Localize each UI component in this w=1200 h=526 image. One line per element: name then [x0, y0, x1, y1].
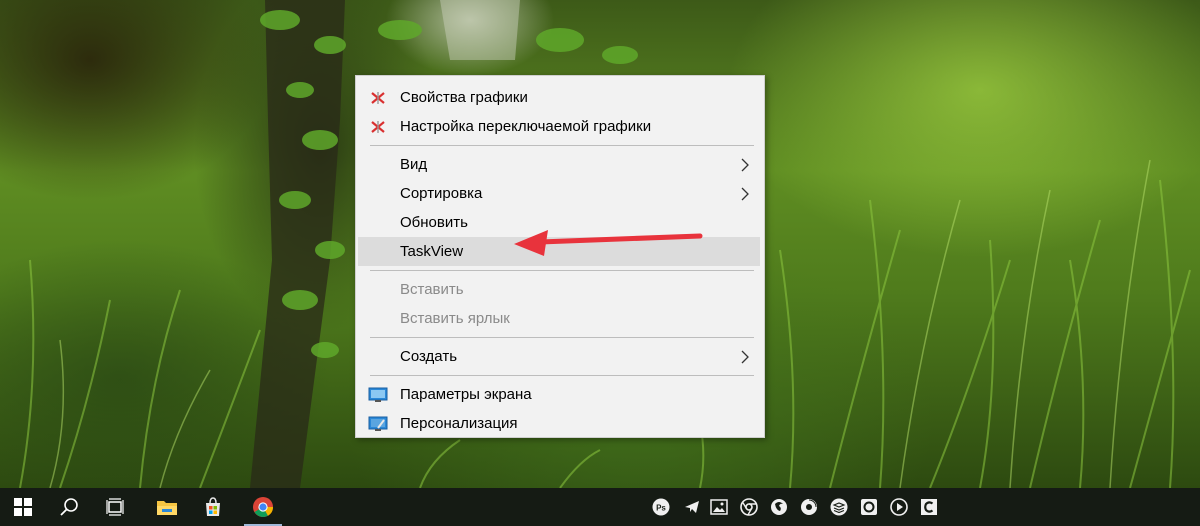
- menu-item-label: Вставить ярлык: [400, 310, 510, 327]
- menu-separator: [370, 337, 754, 338]
- menu-item-paste-shortcut[interactable]: Вставить ярлык: [356, 304, 764, 333]
- chrome-icon: [253, 497, 274, 517]
- firefox-icon[interactable]: [770, 498, 788, 516]
- photos-icon[interactable]: [710, 498, 728, 516]
- menu-item-personalization[interactable]: Персонализация: [356, 409, 764, 438]
- intel-graphics-icon: [371, 121, 385, 133]
- menu-item-new[interactable]: Создать: [356, 342, 764, 371]
- chrome-tray-icon[interactable]: [740, 498, 758, 516]
- chevron-right-icon: [741, 187, 749, 201]
- task-view-button[interactable]: [92, 488, 138, 526]
- menu-item-label: Свойства графики: [400, 89, 528, 106]
- folder-icon: [157, 501, 177, 515]
- menu-item-view[interactable]: Вид: [356, 150, 764, 179]
- menu-item-label: TaskView: [400, 243, 464, 260]
- menu-item-sort[interactable]: Сортировка: [356, 179, 764, 208]
- c-app-icon[interactable]: [920, 498, 938, 516]
- file-explorer-button[interactable]: [144, 488, 190, 526]
- circle-app-icon[interactable]: [860, 498, 878, 516]
- menu-item-switchable-graphics[interactable]: Настройка переключаемой графики: [356, 112, 764, 141]
- search-button[interactable]: [46, 488, 92, 526]
- chrome-button[interactable]: [240, 488, 286, 526]
- menu-item-label: Вид: [400, 156, 428, 173]
- menu-item-graphics-properties[interactable]: Свойства графики: [356, 83, 764, 112]
- menu-item-label: Параметры экрана: [400, 386, 532, 403]
- chevron-right-icon: [741, 158, 749, 172]
- menu-separator: [370, 270, 754, 271]
- telegram-icon[interactable]: [683, 498, 701, 516]
- chevron-right-icon: [741, 350, 749, 364]
- task-view-icon: [106, 498, 124, 516]
- taskbar: Ps: [0, 488, 1200, 526]
- menu-item-label: Настройка переключаемой графики: [400, 118, 652, 135]
- windows-logo-icon: [14, 498, 32, 516]
- intel-graphics-icon: [371, 92, 385, 104]
- display-settings-icon: [368, 387, 388, 402]
- store-bag-icon: [206, 497, 220, 516]
- menu-separator: [370, 145, 754, 146]
- red-arrow-annotation: [514, 230, 703, 256]
- personalization-icon: [368, 416, 388, 431]
- svg-text:Ps: Ps: [656, 504, 666, 513]
- menu-item-label: Сортировка: [400, 185, 483, 202]
- layers-stack-icon[interactable]: [830, 498, 848, 516]
- photoshop-icon[interactable]: Ps: [652, 498, 670, 516]
- menu-item-display-settings[interactable]: Параметры экрана: [356, 380, 764, 409]
- menu-item-paste[interactable]: Вставить: [356, 275, 764, 304]
- search-icon: [60, 498, 78, 516]
- menu-item-label: Вставить: [400, 281, 464, 298]
- start-button[interactable]: [0, 488, 46, 526]
- menu-item-label: Обновить: [400, 214, 468, 231]
- store-button[interactable]: [190, 488, 236, 526]
- menu-item-label: Создать: [400, 348, 458, 365]
- menu-separator: [370, 375, 754, 376]
- play-icon[interactable]: [890, 498, 908, 516]
- cd-disc-icon[interactable]: [800, 498, 818, 516]
- menu-item-label: Персонализация: [400, 415, 518, 432]
